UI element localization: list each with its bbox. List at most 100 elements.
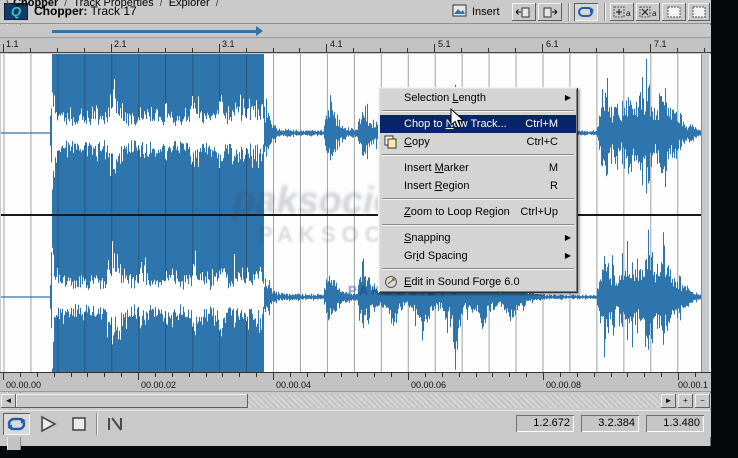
- status-value-2: 3.2.384: [581, 415, 639, 432]
- selection-region[interactable]: [52, 54, 264, 372]
- measure-label: 4.1: [330, 39, 343, 49]
- measure-tick: [219, 44, 220, 52]
- beat-tick: [57, 48, 58, 52]
- beat-tick: [246, 48, 247, 52]
- time-tick-minor: [222, 373, 223, 377]
- time-tick-minor: [256, 373, 257, 377]
- measure-tick: [3, 44, 4, 52]
- zoom-out-button[interactable]: −: [695, 394, 710, 408]
- time-tick-minor: [172, 373, 173, 377]
- beat-tick: [165, 48, 166, 52]
- go-to-start-button[interactable]: [101, 413, 128, 435]
- menu-item-label: Zoom to Loop Region: [404, 206, 510, 218]
- tab-explorer[interactable]: Explorer: [169, 0, 210, 9]
- beat-tick: [596, 48, 597, 52]
- svg-text:a: a: [652, 9, 657, 18]
- time-tick-minor: [87, 373, 88, 377]
- zoom-in-marker-button[interactable]: a: [610, 3, 634, 21]
- menu-item-insert-marker[interactable]: Insert Marker M: [380, 159, 576, 177]
- beat-tick: [569, 48, 570, 52]
- menu-separator: [381, 195, 575, 203]
- beat-tick: [299, 48, 300, 52]
- play-button[interactable]: [34, 413, 61, 435]
- measure-label: 1.1: [6, 39, 19, 49]
- beat-tick: [704, 48, 705, 52]
- time-tick-minor: [37, 373, 38, 377]
- time-label: 00.00.02: [141, 380, 176, 390]
- time-tick-minor: [54, 373, 55, 377]
- time-label: 00.00.1: [678, 380, 708, 390]
- time-tick-minor: [104, 373, 105, 377]
- time-tick-major: [678, 373, 679, 380]
- menu-item-selection-length[interactable]: Selection Length▶: [380, 89, 576, 107]
- zoom-x-marker-button[interactable]: a: [636, 3, 660, 21]
- submenu-arrow-icon: ▶: [565, 247, 571, 265]
- horizontal-scrollbar[interactable]: ◄ ► + −: [0, 393, 711, 409]
- insert-before-button[interactable]: [512, 3, 536, 21]
- loop-region-bar[interactable]: [0, 25, 711, 38]
- tab-track-properties[interactable]: Track Properties: [73, 0, 153, 9]
- sound-forge-icon: [383, 275, 399, 289]
- link-arrow-button[interactable]: [574, 3, 598, 21]
- scrollbar-thumb[interactable]: [16, 394, 248, 408]
- menu-item-snapping[interactable]: Snapping▶: [380, 229, 576, 247]
- time-tick-minor: [189, 373, 190, 377]
- beat-tick: [488, 48, 489, 52]
- menu-item-zoom-to-loop-region[interactable]: Zoom to Loop RegionCtrl+Up: [380, 203, 576, 221]
- beat-tick: [407, 48, 408, 52]
- menu-item-shortcut: R: [550, 177, 558, 195]
- scroll-right-button[interactable]: ►: [661, 394, 676, 408]
- beat-tick: [461, 48, 462, 52]
- menu-separator: [381, 151, 575, 159]
- insert-label: Insert: [472, 6, 500, 18]
- beat-tick: [623, 48, 624, 52]
- stop-button[interactable]: [65, 413, 92, 435]
- time-tick-minor: [324, 373, 325, 377]
- tab-divider: /: [216, 0, 219, 9]
- time-tick-minor: [644, 373, 645, 377]
- loop-playback-button[interactable]: [3, 413, 30, 435]
- beat-tick: [353, 48, 354, 52]
- copy-icon: [383, 135, 399, 149]
- menu-item-shortcut: M: [549, 159, 558, 177]
- menu-item-copy[interactable]: CopyCtrl+C: [380, 133, 576, 151]
- waveform-display[interactable]: [1, 54, 701, 372]
- menu-separator: [381, 221, 575, 229]
- tab-divider: /: [160, 0, 163, 9]
- time-tick-minor: [20, 373, 21, 377]
- insert-after-button[interactable]: [538, 3, 562, 21]
- svg-text:a: a: [626, 9, 631, 18]
- transport-separator: [96, 413, 98, 435]
- scroll-left-button[interactable]: ◄: [1, 394, 16, 408]
- menu-item-shortcut: Ctrl+C: [527, 133, 558, 151]
- time-tick-minor: [307, 373, 308, 377]
- marquee-a-button[interactable]: [662, 3, 686, 21]
- tab-chopper[interactable]: Chopper: [13, 0, 58, 9]
- insert-button[interactable]: Insert: [452, 4, 468, 20]
- context-menu: Selection Length▶ Chop to New Track...Ctr…: [378, 87, 578, 293]
- measure-ruler[interactable]: 1.12.13.14.15.16.17.1: [0, 38, 711, 53]
- time-tick-minor: [611, 373, 612, 377]
- beat-tick: [515, 48, 516, 52]
- time-ruler[interactable]: 00.00.0000.00.0200.00.0400.00.0600.00.08…: [0, 372, 711, 392]
- time-tick-minor: [526, 373, 527, 377]
- menu-item-insert-region[interactable]: Insert Region R: [380, 177, 576, 195]
- measure-tick: [434, 44, 435, 52]
- time-tick-minor: [71, 373, 72, 377]
- submenu-arrow-icon: ▶: [565, 89, 571, 107]
- marquee-b-button[interactable]: [688, 3, 710, 21]
- menu-item-label: Insert Region: [404, 180, 469, 192]
- menu-separator: [381, 265, 575, 273]
- measure-tick: [111, 44, 112, 52]
- loop-region-arrow[interactable]: [52, 30, 258, 33]
- time-tick-minor: [560, 373, 561, 377]
- time-label: 00.00.06: [411, 380, 446, 390]
- zoom-in-button[interactable]: +: [678, 394, 693, 408]
- menu-item-edit-in-sound-forge-6-0[interactable]: Edit in Sound Forge 6.0: [380, 273, 576, 291]
- menu-item-label: Insert Marker: [404, 162, 469, 174]
- time-tick-minor: [661, 373, 662, 377]
- time-label: 00.00.00: [6, 380, 41, 390]
- menu-item-chop-to-new-track[interactable]: Chop to New Track...Ctrl+M: [380, 115, 576, 133]
- time-tick-minor: [442, 373, 443, 377]
- menu-item-grid-spacing[interactable]: Grid Spacing▶: [380, 247, 576, 265]
